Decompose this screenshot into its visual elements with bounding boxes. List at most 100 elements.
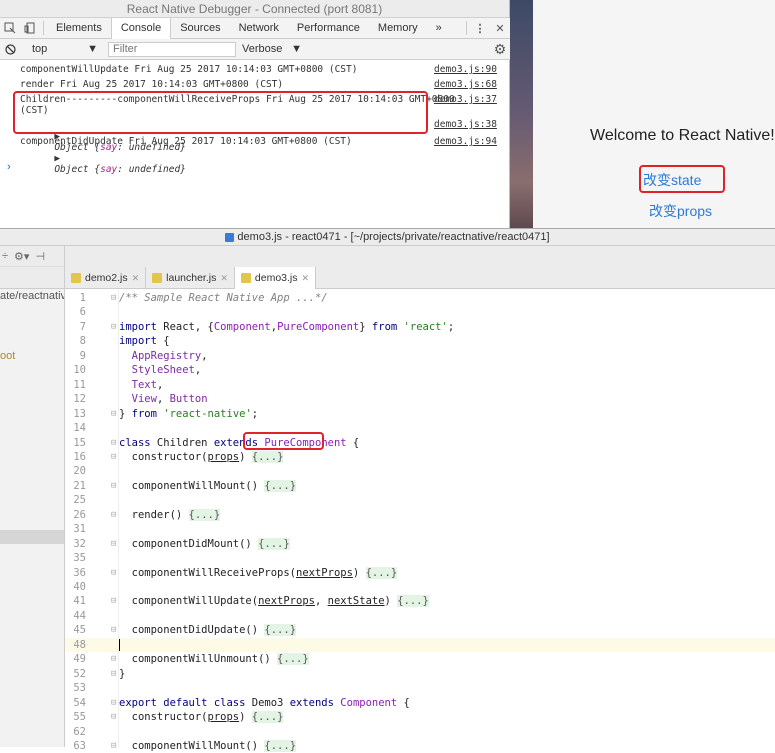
code-line[interactable]: 11 Text, <box>65 378 775 392</box>
change-props-button[interactable]: 改变props <box>649 201 712 221</box>
tab-performance[interactable]: Performance <box>288 18 369 39</box>
code-line[interactable]: 35 <box>65 551 775 565</box>
code-line[interactable]: 63 ⊟ componentWillMount() {...} <box>65 739 775 753</box>
project-tree-item[interactable]: oot <box>0 350 15 362</box>
code-line[interactable]: 13 ⊟} from 'react-native'; <box>65 407 775 421</box>
code-line[interactable]: 36 ⊟ componentWillReceiveProps(nextProps)… <box>65 566 775 580</box>
fold-icon[interactable]: ⊟ <box>111 508 116 522</box>
fold-icon[interactable]: ⊟ <box>111 407 116 421</box>
code-line[interactable]: 25 <box>65 493 775 507</box>
devtools-title: React Native Debugger - Connected (port … <box>0 0 509 18</box>
log-source-link[interactable]: demo3.js:37 <box>434 94 497 105</box>
code-line[interactable]: 26 ⊟ render() {...} <box>65 508 775 522</box>
close-icon[interactable]: ✕ <box>220 273 228 284</box>
code-line[interactable]: 8 import { <box>65 334 775 348</box>
line-number: 20 <box>73 465 86 478</box>
line-number: 14 <box>73 422 86 435</box>
code-line[interactable]: 45 ⊟ componentDidUpdate() {...} <box>65 623 775 637</box>
tab-console[interactable]: Console <box>110 17 172 39</box>
code-line[interactable]: 7 ⊟ import React, {Component,PureComponent… <box>65 320 775 334</box>
inspect-element-icon[interactable] <box>0 18 20 39</box>
fold-icon[interactable]: ⊟ <box>111 739 116 753</box>
more-tabs-button[interactable]: » <box>427 18 451 39</box>
code-line[interactable]: 55 ⊟ constructor(props) {...} <box>65 710 775 724</box>
line-number: 54 <box>73 696 86 709</box>
close-icon[interactable]: ✕ <box>490 18 510 39</box>
log-source-link[interactable]: demo3.js:90 <box>434 64 497 75</box>
js-file-icon <box>152 273 163 283</box>
tab-demo2[interactable]: demo2.js ✕ <box>65 267 147 289</box>
fold-icon[interactable]: ⊟ <box>111 566 116 580</box>
fold-icon[interactable]: ⊟ <box>111 667 116 681</box>
code-line[interactable]: 32 ⊟ componentDidMount() {...} <box>65 537 775 551</box>
code-line[interactable]: 48 <box>65 637 775 653</box>
code-editor[interactable]: 1 ⊟/** Sample React Native App ...*/6 7 ⊟ im… <box>65 289 775 752</box>
fold-icon[interactable]: ⊟ <box>111 291 116 305</box>
code-line[interactable]: 1 ⊟/** Sample React Native App ...*/ <box>65 291 775 305</box>
gear-icon[interactable]: ⚙▾ <box>14 250 29 263</box>
level-select[interactable]: Verbose ▼ <box>242 43 302 55</box>
fold-icon[interactable]: ⊟ <box>111 623 116 637</box>
code-text: componentWillUnmount() {...} <box>119 653 309 666</box>
code-line[interactable]: 16 ⊟ constructor(props) {...} <box>65 450 775 464</box>
js-file-icon <box>240 273 251 283</box>
code-line[interactable]: 40 <box>65 580 775 594</box>
code-line[interactable]: 21 ⊟ componentWillMount() {...} <box>65 479 775 493</box>
code-line[interactable]: 31 <box>65 522 775 536</box>
selected-tree-row[interactable] <box>0 530 64 544</box>
tab-network[interactable]: Network <box>230 18 288 39</box>
code-line[interactable]: 52 ⊟} <box>65 667 775 681</box>
clear-console-icon[interactable] <box>0 39 20 60</box>
log-source-link[interactable]: demo3.js:94 <box>434 136 497 147</box>
fold-icon[interactable]: ⊟ <box>111 320 116 334</box>
simulator-screen: Welcome to React Native! 改变state 改变props <box>533 0 775 228</box>
code-line[interactable]: 12 View, Button <box>65 392 775 406</box>
code-line[interactable]: 49 ⊟ componentWillUnmount() {...} <box>65 652 775 666</box>
code-line[interactable]: 62 <box>65 725 775 739</box>
code-line[interactable]: 44 <box>65 609 775 623</box>
expand-triangle-icon[interactable]: ▶ <box>54 153 60 164</box>
code-line[interactable]: 14 <box>65 421 775 435</box>
gear-icon[interactable]: ⚙ <box>490 39 510 60</box>
tab-elements[interactable]: Elements <box>47 18 111 39</box>
fold-icon[interactable]: ⊟ <box>111 594 116 608</box>
fold-icon[interactable]: ⊟ <box>111 710 116 724</box>
code-line[interactable]: 10 StyleSheet, <box>65 363 775 377</box>
close-icon[interactable]: ✕ <box>132 273 140 284</box>
code-line[interactable]: 54 ⊟ export default class Demo3 extends Co… <box>65 696 775 710</box>
fold-icon[interactable]: ⊟ <box>111 450 116 464</box>
code-text: componentWillMount() {...} <box>119 479 297 492</box>
fold-icon[interactable]: ⊟ <box>111 537 116 551</box>
code-line[interactable]: 41 ⊟ componentWillUpdate(nextProps, nextS… <box>65 594 775 608</box>
fold-icon[interactable]: ⊟ <box>111 652 116 666</box>
line-number: 31 <box>73 523 86 536</box>
code-line[interactable]: 20 <box>65 464 775 478</box>
line-number: 1 <box>79 292 86 304</box>
collapse-icon[interactable]: ÷ <box>2 250 8 262</box>
code-line[interactable]: 53 <box>65 681 775 695</box>
console-prompt[interactable]: › <box>7 161 11 173</box>
close-icon[interactable]: ✕ <box>302 273 310 284</box>
fold-icon[interactable]: ⊟ <box>111 436 116 450</box>
tab-sources[interactable]: Sources <box>171 18 229 39</box>
chevron-down-icon: ▼ <box>87 43 98 55</box>
code-line[interactable]: 9 AppRegistry, <box>65 349 775 363</box>
line-number: 62 <box>73 725 86 738</box>
code-line[interactable]: 6 <box>65 305 775 319</box>
more-menu-icon[interactable]: ⋮ <box>470 18 490 39</box>
filter-input[interactable] <box>108 41 236 57</box>
fold-icon[interactable]: ⊟ <box>111 479 116 493</box>
context-value: top <box>32 43 48 55</box>
code-text: constructor(props) {...} <box>119 711 284 724</box>
code-line[interactable]: 15 ⊟ class Children extends PureComponent … <box>65 436 775 450</box>
log-source-link[interactable]: demo3.js:38 <box>434 119 497 130</box>
fold-icon[interactable]: ⊟ <box>111 696 116 710</box>
hide-icon[interactable]: ⊣ <box>35 250 45 263</box>
device-toolbar-icon[interactable] <box>20 18 40 39</box>
tab-demo3[interactable]: demo3.js ✕ <box>234 267 317 289</box>
log-source-link[interactable]: demo3.js:68 <box>434 79 497 90</box>
tab-memory[interactable]: Memory <box>369 18 427 39</box>
tab-launcher[interactable]: launcher.js ✕ <box>146 267 235 289</box>
context-select[interactable]: top ▼ <box>28 43 102 55</box>
log-message: componentWillUpdate Fri Aug 25 2017 10:1… <box>20 64 358 75</box>
